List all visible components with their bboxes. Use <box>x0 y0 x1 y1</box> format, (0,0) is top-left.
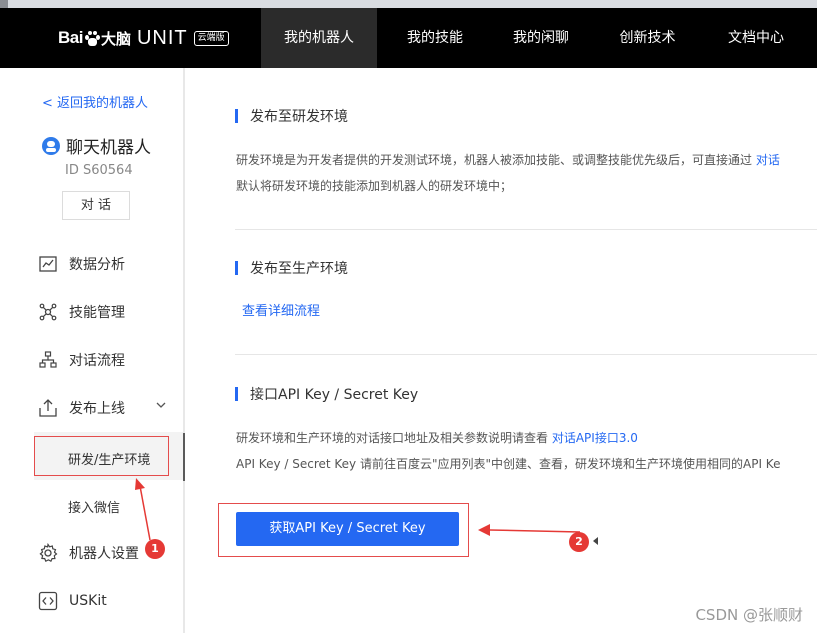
section-title-text: 接口API Key / Secret Key <box>250 387 419 403</box>
menu-uskit[interactable]: USKit <box>38 589 107 613</box>
logo-unit-text: UNIT <box>136 26 188 49</box>
logo-brand-text: 大脑 <box>100 29 131 48</box>
menu-label: USKit <box>69 593 107 609</box>
annotation-marker-2: 2 <box>569 532 589 552</box>
window-top-strip <box>0 0 817 8</box>
window-corner <box>0 0 8 8</box>
view-flow-link-text[interactable]: 查看详细流程 <box>242 304 320 319</box>
top-header: Bai 大脑 UNIT 云端版 我的机器人 我的技能 我的闲聊 创新技术 文档中… <box>0 8 817 68</box>
dialog-link[interactable]: 对话 <box>756 153 780 167</box>
submenu-wechat[interactable]: 接入微信 <box>68 497 120 516</box>
menu-skill-management[interactable]: 技能管理 <box>38 300 125 324</box>
section-accent-bar <box>235 387 238 401</box>
annotation-box-2 <box>218 503 469 557</box>
chart-icon <box>38 254 58 274</box>
nav-my-chitchat[interactable]: 我的闲聊 <box>493 8 589 68</box>
section-apikey-line1: 研发环境和生产环境的对话接口地址及相关参数说明请查看 对话API接口3.0 <box>236 427 638 449</box>
menu-label: 发布上线 <box>69 401 125 417</box>
nav-my-skills[interactable]: 我的技能 <box>377 8 493 68</box>
section-dev-title: 发布至研发环境 <box>235 106 348 126</box>
nav-innovation[interactable]: 创新技术 <box>589 8 706 68</box>
dialog-api-link[interactable]: 对话API接口3.0 <box>552 431 638 445</box>
menu-label: 数据分析 <box>69 257 125 273</box>
baidu-unit-logo[interactable]: Bai 大脑 UNIT 云端版 <box>58 26 229 50</box>
menu-label: 机器人设置 <box>69 546 139 562</box>
skill-network-icon <box>38 302 58 322</box>
nav-docs[interactable]: 文档中心 <box>706 8 806 68</box>
paragraph-text: 研发环境是为开发者提供的开发测试环境，机器人被添加技能、或调整技能优先级后，可直… <box>236 153 753 167</box>
logo-bai-text: Bai <box>58 28 83 47</box>
flow-tree-icon <box>38 350 58 370</box>
menu-data-analysis[interactable]: 数据分析 <box>38 252 125 276</box>
annotation-box-1 <box>34 436 169 476</box>
section-title-text: 发布至生产环境 <box>250 261 348 277</box>
menu-robot-settings[interactable]: 机器人设置 <box>38 541 139 565</box>
robot-header: 聊天机器人 <box>42 133 151 158</box>
annotation-marker-1: 1 <box>145 539 165 559</box>
menu-publish[interactable]: 发布上线 <box>38 396 188 420</box>
robot-name: 聊天机器人 <box>66 138 151 158</box>
paragraph-text: 研发环境和生产环境的对话接口地址及相关参数说明请查看 <box>236 431 549 445</box>
section-apikey-line2: API Key / Secret Key 请前往百度云"应用列表"中创建、查看，… <box>236 457 781 471</box>
view-flow-link[interactable]: 查看详细流程 <box>242 301 320 323</box>
menu-label: 技能管理 <box>69 305 125 321</box>
csdn-watermark: CSDN @张顺财 <box>695 606 803 624</box>
robot-id: ID S60564 <box>65 163 133 178</box>
section-dev-line1: 研发环境是为开发者提供的开发测试环境，机器人被添加技能、或调整技能优先级后，可直… <box>236 149 780 171</box>
top-nav: 我的机器人 我的技能 我的闲聊 创新技术 文档中心 <box>261 8 806 68</box>
menu-dialog-flow[interactable]: 对话流程 <box>38 348 125 372</box>
logo-edition-badge: 云端版 <box>193 30 229 46</box>
nav-my-robots[interactable]: 我的机器人 <box>261 8 377 68</box>
robot-avatar-icon <box>42 136 60 155</box>
section-apikey-title: 接口API Key / Secret Key <box>235 384 418 404</box>
section-prod-title: 发布至生产环境 <box>235 258 348 278</box>
section-dev-line2: 默认将研发环境的技能添加到机器人的研发环境中； <box>236 179 513 193</box>
upload-icon <box>38 398 58 418</box>
back-to-robots-link[interactable]: < 返回我的机器人 <box>42 92 148 111</box>
divider <box>235 229 817 230</box>
menu-label: 对话流程 <box>69 353 125 369</box>
gear-icon <box>38 543 58 563</box>
section-title-text: 发布至研发环境 <box>250 109 348 125</box>
code-icon <box>38 591 58 611</box>
divider <box>235 354 817 355</box>
section-accent-bar <box>235 261 238 275</box>
chevron-down-icon <box>156 400 166 413</box>
baidu-paw-icon <box>84 30 100 46</box>
section-accent-bar <box>235 109 238 123</box>
chat-button[interactable]: 对 话 <box>62 191 130 220</box>
